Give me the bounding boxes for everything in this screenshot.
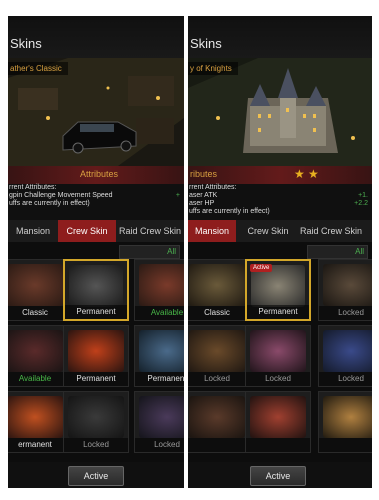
attribute-name: aser ATK — [189, 192, 218, 199]
skin-card[interactable]: Available — [134, 259, 184, 321]
attributes-panel: rrent Attributes: aser ATK +1. aser HP +… — [188, 184, 372, 220]
skin-status: Available — [135, 306, 184, 320]
title-bar: Skins — [188, 16, 372, 62]
attributes-bar: ributes ★ ★ — [188, 166, 372, 184]
footer-bar: Active — [8, 462, 184, 488]
attribute-value: +2.2 — [354, 200, 368, 207]
attribute-name: aser HP — [189, 200, 215, 207]
tab-mansion[interactable]: Mansion — [8, 220, 58, 242]
attribute-value: +1. — [358, 192, 368, 199]
skin-tabs: Mansion Crew Skin Raid Crew Skin — [8, 220, 184, 242]
tab-raid-crew-skin[interactable]: Raid Crew Skin — [116, 220, 184, 242]
skin-card[interactable]: Permanent — [134, 325, 184, 387]
skin-card[interactable]: Classic — [8, 259, 68, 321]
skin-card[interactable]: ermanent — [8, 391, 68, 453]
skin-grid: Classic Permanent Available Available Pe… — [8, 259, 184, 457]
skin-card-selected[interactable]: Active Permanent — [245, 259, 311, 321]
attribute-note: uffs are currently in effect) — [9, 200, 90, 207]
skin-card[interactable]: Locked — [245, 325, 311, 387]
attributes-panel: rrent Attributes: gpin Challenge Movemen… — [8, 184, 184, 220]
active-button[interactable]: Active — [250, 466, 306, 486]
skin-status: Locked — [319, 306, 372, 320]
skin-status: Locked — [64, 438, 128, 452]
star-icon: ★ — [294, 167, 305, 181]
attribute-line: aser HP +2.2 — [189, 200, 372, 208]
skin-status — [319, 438, 372, 452]
skin-status: Locked — [188, 372, 249, 386]
skin-status: Permanent — [247, 305, 309, 319]
skin-name: ather's Classic — [8, 62, 68, 75]
skin-status: Locked — [135, 438, 184, 452]
skin-status: Locked — [246, 372, 310, 386]
skin-status: ermanent — [8, 438, 67, 452]
skin-preview-scene: y of Knights — [188, 58, 372, 166]
skin-card[interactable]: Available — [8, 325, 68, 387]
skin-card[interactable]: Permanent — [63, 325, 129, 387]
active-badge: Active — [250, 264, 273, 272]
skin-status: Locked — [319, 372, 372, 386]
active-button[interactable]: Active — [68, 466, 124, 486]
skin-tabs: Mansion Crew Skin Raid Crew Skin — [188, 220, 372, 242]
attribute-name: gpin Challenge Movement Speed — [9, 192, 113, 199]
attribute-line: gpin Challenge Movement Speed + — [9, 192, 184, 200]
attributes-label: ributes — [190, 169, 218, 179]
skin-status: Classic — [188, 306, 249, 320]
skin-name: y of Knights — [188, 62, 238, 75]
tab-raid-crew-skin[interactable]: Raid Crew Skin — [296, 220, 366, 242]
attribute-note: uffs are currently in effect) — [189, 208, 270, 215]
page-title: Skins — [10, 36, 42, 51]
skin-card[interactable]: Locked — [63, 391, 129, 453]
star-icon: ★ — [308, 167, 319, 181]
skin-status — [188, 438, 249, 452]
page-title: Skins — [190, 36, 222, 51]
skin-card[interactable]: Locked — [188, 325, 250, 387]
skin-card[interactable] — [318, 391, 372, 453]
right-screenshot-panel: Skins y of Knights ributes ★ ★ rrent Att… — [188, 16, 372, 488]
skin-status — [246, 438, 310, 452]
skin-status: Classic — [8, 306, 67, 320]
current-attributes-label: rrent Attributes: — [9, 184, 57, 191]
skin-status: Permanent — [64, 372, 128, 386]
skin-card[interactable]: Locked — [134, 391, 184, 453]
filter-dropdown[interactable]: All — [119, 245, 180, 259]
skin-card[interactable]: Locked — [318, 259, 372, 321]
attributes-label: Attributes — [80, 169, 119, 179]
skin-card[interactable] — [245, 391, 311, 453]
attribute-line: aser ATK +1. — [189, 192, 372, 200]
skin-preview-scene: ather's Classic — [8, 58, 184, 166]
attributes-bar: Attributes — [8, 166, 184, 184]
left-screenshot-panel: Skins ather's Classic Attributes rrent A… — [8, 16, 184, 488]
title-bar: Skins — [8, 16, 184, 62]
skin-status: Available — [8, 372, 67, 386]
tab-crew-skin[interactable]: Crew Skin — [58, 220, 116, 242]
attribute-value: + — [175, 192, 180, 199]
skin-status: Permanent — [65, 305, 127, 319]
skin-grid: Classic Active Permanent Locked Locked L… — [188, 259, 372, 457]
tab-crew-skin[interactable]: Crew Skin — [240, 220, 296, 242]
skin-card[interactable]: Classic — [188, 259, 250, 321]
tab-mansion[interactable]: Mansion — [188, 220, 236, 242]
footer-bar: Active — [188, 462, 372, 488]
filter-dropdown[interactable]: All — [307, 245, 368, 259]
skin-card-selected[interactable]: Permanent — [63, 259, 129, 321]
skin-card[interactable] — [188, 391, 250, 453]
skin-card[interactable]: Locked — [318, 325, 372, 387]
current-attributes-label: rrent Attributes: — [189, 184, 237, 191]
skin-status: Permanent — [135, 372, 184, 386]
